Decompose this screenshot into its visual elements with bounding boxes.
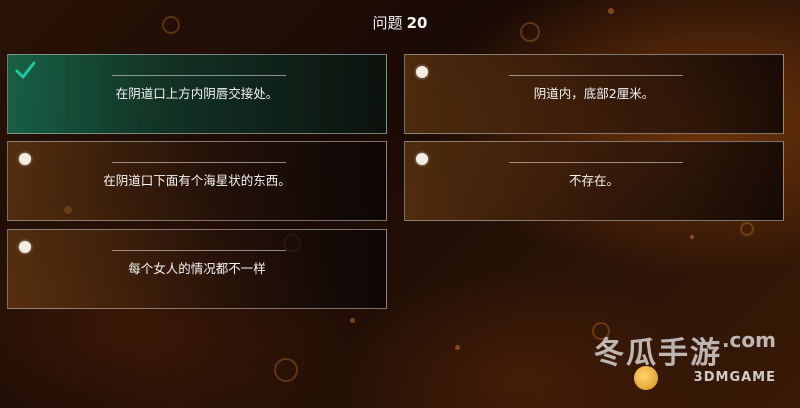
radio-icon <box>19 153 31 165</box>
option-divider <box>509 75 683 76</box>
checkmark-icon <box>15 61 36 79</box>
question-label: 问题 <box>372 14 403 32</box>
option-divider <box>112 162 286 163</box>
option-divider <box>112 250 286 251</box>
watermark-domain-text: .com <box>721 328 776 352</box>
option-divider <box>112 75 286 76</box>
radio-icon <box>19 241 31 253</box>
bokeh-decoration <box>350 318 355 323</box>
option-label: 不存在。 <box>568 173 619 188</box>
option-label: 每个女人的情况都不一样 <box>128 261 266 276</box>
answer-option-2[interactable]: 阴道内，底部2厘米。 <box>404 54 784 134</box>
radio-icon <box>416 66 428 78</box>
answer-option-1[interactable]: 在阴道口上方内阴唇交接处。 <box>7 54 387 134</box>
bokeh-decoration <box>274 358 298 382</box>
bokeh-decoration <box>740 222 754 236</box>
answer-option-4[interactable]: 不存在。 <box>404 141 784 221</box>
bokeh-decoration <box>690 235 694 239</box>
answer-option-5[interactable]: 每个女人的情况都不一样 <box>7 229 387 309</box>
watermark-sub-text: 3DMGAME <box>693 370 776 385</box>
mascot-icon <box>634 366 658 390</box>
watermark-main-text: 冬瓜手游 <box>594 336 722 371</box>
bokeh-decoration <box>455 345 460 350</box>
question-number: 20 <box>406 14 428 32</box>
watermark-logo: 冬瓜手游 .com 3DMGAME <box>566 328 776 398</box>
radio-icon <box>416 153 428 165</box>
option-label: 在阴道口上方内阴唇交接处。 <box>115 86 279 101</box>
question-title: 问题 20 <box>0 12 800 33</box>
answer-option-3[interactable]: 在阴道口下面有个海星状的东西。 <box>7 141 387 221</box>
option-label: 阴道内，底部2厘米。 <box>533 86 655 101</box>
option-label: 在阴道口下面有个海星状的东西。 <box>103 173 291 188</box>
option-divider <box>509 162 683 163</box>
